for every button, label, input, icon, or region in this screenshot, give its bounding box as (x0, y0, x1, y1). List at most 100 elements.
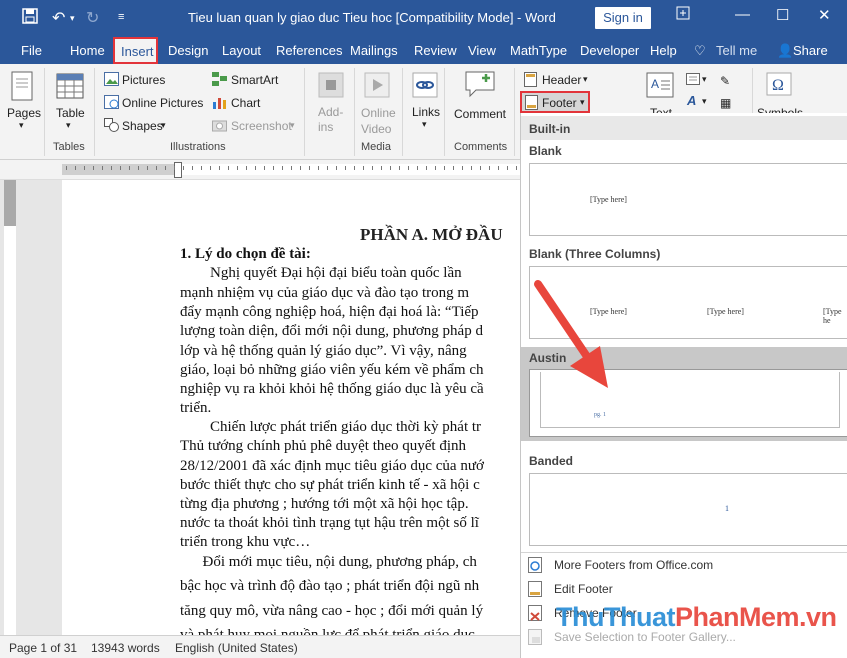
ruler-tick (111, 166, 112, 170)
comment-icon[interactable] (464, 70, 496, 103)
word-count[interactable]: 13943 words (91, 641, 160, 655)
chart-button[interactable]: Chart (231, 96, 260, 110)
footer-button[interactable]: Footer ▾ (520, 91, 590, 113)
tab-references[interactable]: References (276, 43, 342, 58)
tell-me-search[interactable]: Tell me (716, 43, 757, 58)
save-icon[interactable] (22, 8, 38, 29)
paragraph-line: Nghị quyết Đại hội đại biểu toàn quốc lầ… (180, 265, 462, 281)
edit-footer-menu-item[interactable]: Edit Footer (520, 577, 847, 601)
tab-insert[interactable]: Insert (113, 37, 158, 64)
pages-button[interactable]: Pages (7, 106, 41, 120)
symbols-icon[interactable]: Ω (766, 72, 792, 99)
paragraph-line: nghiệp vụ ra khỏi khỏi hệ thống giáo dục… (180, 381, 484, 397)
tab-developer[interactable]: Developer (580, 43, 639, 58)
ruler-tick (345, 166, 346, 170)
pages-dropdown-icon[interactable]: ▾ (19, 120, 24, 131)
comment-button[interactable]: Comment (454, 107, 506, 121)
ruler-tick (327, 166, 328, 170)
online-pictures-icon[interactable] (104, 95, 119, 112)
table-button[interactable]: Table (56, 106, 85, 120)
share-button[interactable]: Share (793, 43, 828, 58)
vertical-ruler[interactable] (0, 180, 20, 635)
undo-icon[interactable]: ↶ (52, 8, 65, 28)
ruler-tick (408, 166, 409, 170)
ruler-tick (309, 166, 310, 170)
header-dropdown-icon[interactable]: ▾ (583, 74, 588, 85)
placeholder-text: pg. 1 (594, 412, 606, 418)
paragraph-line: nước ta thoát khỏi tình trạng tụt hậu tr… (180, 515, 479, 531)
ruler-tick (102, 166, 103, 170)
chart-icon[interactable] (212, 95, 227, 112)
share-icon[interactable]: 👤 (777, 43, 793, 59)
paragraph-line: Đổi mới mục tiêu, nội dung, phương pháp,… (180, 554, 477, 570)
table-icon[interactable] (56, 73, 84, 102)
more-footers-label: More Footers from Office.com (554, 558, 714, 572)
shapes-icon[interactable] (104, 118, 119, 135)
quick-parts-icon[interactable] (686, 73, 700, 88)
tab-home[interactable]: Home (70, 43, 105, 58)
table-dropdown-icon[interactable]: ▾ (66, 120, 71, 131)
close-icon[interactable]: ✕ (818, 6, 831, 24)
language-indicator[interactable]: English (United States) (175, 641, 298, 655)
signature-line-icon[interactable]: ✎ (720, 74, 730, 88)
watermark-part: PhanMem.vn (674, 602, 837, 632)
smartart-icon[interactable] (212, 72, 227, 89)
lightbulb-icon: ♡ (694, 43, 706, 58)
redo-icon[interactable]: ↻ (86, 8, 99, 28)
minimize-icon[interactable]: — (735, 6, 750, 23)
tab-help[interactable]: Help (650, 43, 677, 58)
date-time-icon[interactable]: ▦ (720, 96, 731, 110)
section-title: 1. Lý do chọn đề tài: (180, 246, 311, 262)
tab-view[interactable]: View (468, 43, 496, 58)
divider (304, 68, 305, 156)
sign-in-button[interactable]: Sign in (595, 7, 651, 29)
annotation-arrow (534, 280, 608, 388)
pictures-icon[interactable] (104, 72, 119, 89)
links-icon[interactable] (412, 72, 438, 101)
horizontal-ruler[interactable] (0, 160, 520, 180)
paragraph-line: lượng toàn diện, đổi mới nội dung, phươn… (180, 323, 483, 339)
paragraph-line: giáo, loại bỏ những giáo viên yếu kém về… (180, 362, 484, 378)
footer-label: Footer (542, 96, 577, 110)
header-button[interactable]: Header (542, 73, 581, 87)
ruler-tick (318, 166, 319, 170)
text-box-icon[interactable]: A (646, 72, 674, 101)
addins-icon (318, 72, 344, 101)
tab-design[interactable]: Design (168, 43, 208, 58)
maximize-icon[interactable]: ☐ (776, 6, 789, 24)
ruler-tick (291, 166, 292, 170)
links-button[interactable]: Links (412, 105, 440, 119)
ruler-tick (417, 166, 418, 170)
footer-option-blank[interactable]: [Type here] (529, 163, 847, 236)
ruler-tick (93, 166, 94, 170)
page-count[interactable]: Page 1 of 31 (9, 641, 77, 655)
tab-mathtype[interactable]: MathType (510, 43, 567, 58)
tab-layout[interactable]: Layout (222, 43, 261, 58)
shapes-dropdown-icon[interactable]: ▾ (161, 120, 166, 131)
tab-mailings[interactable]: Mailings (350, 43, 398, 58)
ribbon-display-options-icon[interactable] (676, 6, 690, 24)
pages-icon[interactable] (11, 71, 33, 104)
divider (94, 68, 95, 156)
undo-dropdown-icon[interactable]: ▾ (70, 13, 75, 24)
smartart-button[interactable]: SmartArt (231, 73, 278, 87)
gallery-item-title: Blank (Three Columns) (529, 247, 661, 261)
more-footers-menu-item[interactable]: More Footers from Office.com (520, 553, 847, 577)
footer-option-banded[interactable]: 1 (529, 473, 847, 546)
save-selection-icon (528, 629, 542, 645)
tab-file[interactable]: File (21, 43, 42, 58)
office-com-icon (528, 557, 542, 573)
wordart-icon[interactable]: A (687, 93, 696, 108)
edit-footer-icon (528, 581, 542, 597)
indent-marker[interactable] (174, 162, 182, 178)
customize-toolbar-icon[interactable]: ≡ (118, 11, 124, 23)
tab-review[interactable]: Review (414, 43, 457, 58)
online-pictures-button[interactable]: Online Pictures (122, 96, 203, 110)
quick-parts-dropdown-icon[interactable]: ▾ (702, 74, 707, 85)
placeholder-text: [Type here] (590, 195, 627, 204)
pictures-button[interactable]: Pictures (122, 73, 165, 87)
header-icon[interactable] (524, 72, 537, 90)
shapes-button[interactable]: Shapes (122, 119, 163, 133)
links-dropdown-icon[interactable]: ▾ (422, 119, 427, 130)
wordart-dropdown-icon[interactable]: ▾ (702, 96, 707, 107)
